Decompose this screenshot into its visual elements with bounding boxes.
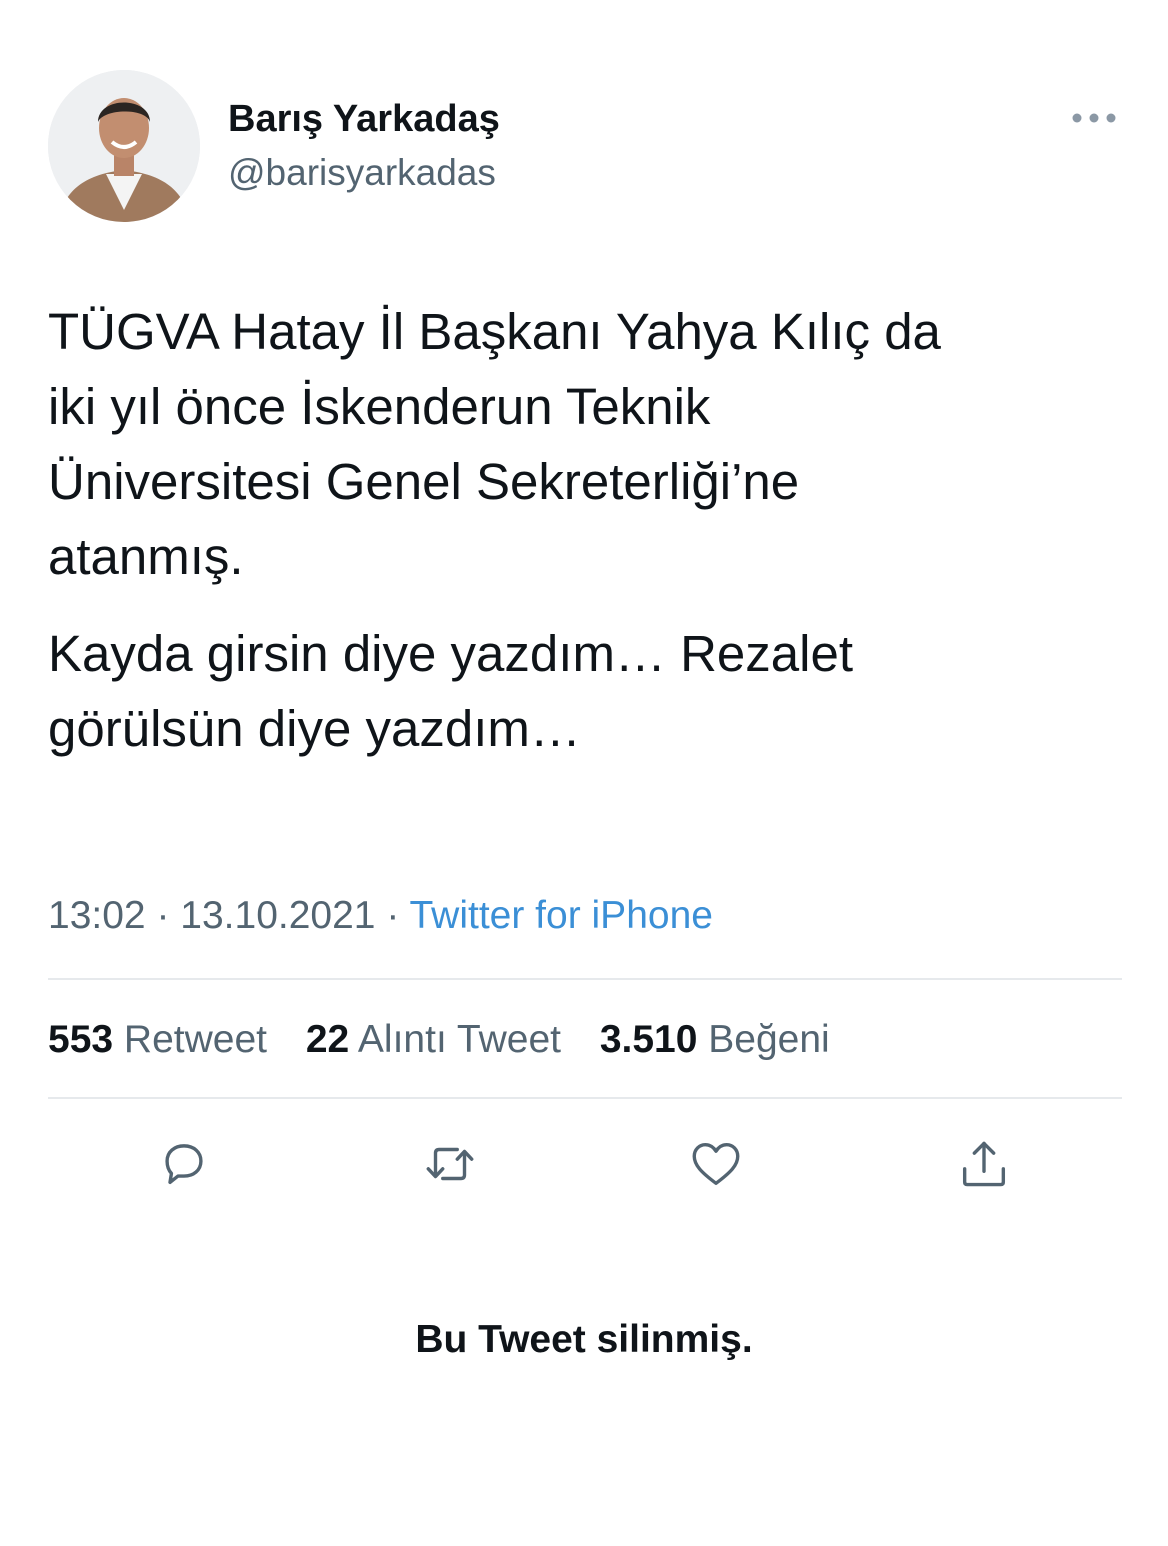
more-dots-icon [1072, 113, 1116, 123]
reply-icon [165, 1144, 203, 1185]
like-count[interactable]: 3.510 Beğeni [600, 1018, 830, 1061]
tweet-source-link[interactable]: Twitter for iPhone [409, 894, 712, 937]
author-handle[interactable]: @barisyarkadas [228, 150, 496, 196]
reply-button[interactable] [154, 1134, 214, 1194]
more-options-button[interactable] [1068, 102, 1120, 134]
divider [48, 978, 1122, 980]
tweet-paragraph: Kayda girsin diye yazdım… Rezalet görüls… [48, 625, 854, 757]
tweet-text: TÜGVA Hatay İl Başkanı Yahya Kılıç da ik… [48, 294, 1138, 788]
quote-tweet-count[interactable]: 22 Alıntı Tweet [306, 1018, 561, 1061]
tweet-paragraph: TÜGVA Hatay İl Başkanı Yahya Kılıç da ik… [48, 303, 941, 585]
meta-separator: · [386, 894, 400, 937]
heart-icon [692, 1142, 740, 1186]
retweet-button[interactable] [420, 1134, 480, 1194]
share-button[interactable] [954, 1134, 1014, 1194]
share-icon [962, 1141, 1006, 1187]
tweet-stats: 553 Retweet 22 Alıntı Tweet 3.510 Beğeni [48, 1014, 858, 1066]
tweet-time[interactable]: 13:02 [48, 894, 146, 937]
divider [48, 1097, 1122, 1099]
retweet-icon [426, 1147, 474, 1181]
retweet-count[interactable]: 553 Retweet [48, 1018, 267, 1061]
author-display-name[interactable]: Barış Yarkadaş [228, 96, 500, 142]
tweet-meta: 13:02 · 13.10.2021 · Twitter for iPhone [48, 890, 713, 942]
profile-photo [48, 70, 200, 222]
meta-separator: · [156, 894, 170, 937]
tweet-date[interactable]: 13.10.2021 [180, 894, 375, 937]
deleted-tweet-notice: Bu Tweet silinmiş. [415, 1318, 753, 1361]
like-button[interactable] [686, 1134, 746, 1194]
avatar[interactable] [48, 70, 200, 222]
